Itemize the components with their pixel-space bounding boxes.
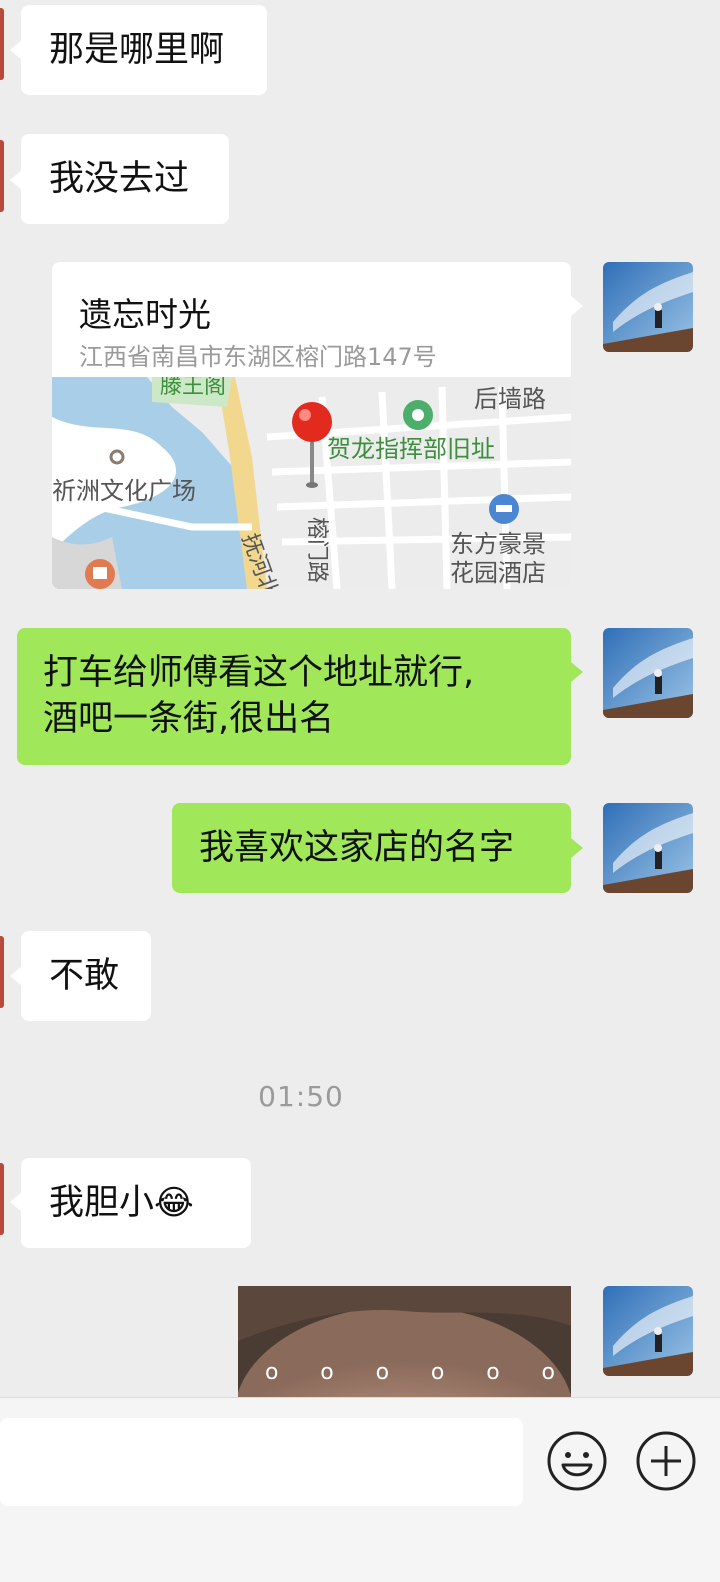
message-bubble-outgoing[interactable]: 打车给师傅看这个地址就行, 酒吧一条街,很出名 bbox=[17, 628, 571, 765]
dot: o bbox=[486, 1360, 500, 1385]
message-bubble-incoming[interactable]: 我胆小😂 bbox=[21, 1158, 251, 1248]
location-name: 遗忘时光 bbox=[79, 295, 211, 334]
map-label-top: 滕王阁 bbox=[160, 377, 226, 398]
bubble-tail bbox=[571, 838, 583, 858]
chat-timestamp: 01:50 bbox=[258, 1080, 344, 1113]
image-message[interactable]: o o o o o o bbox=[238, 1286, 571, 1397]
map-label-hotel-2: 花园酒店 bbox=[450, 560, 546, 587]
message-bubble-outgoing[interactable]: 我喜欢这家店的名字 bbox=[172, 803, 571, 893]
map-label-hotel-1: 东方豪景 bbox=[450, 531, 546, 558]
my-avatar[interactable] bbox=[603, 803, 693, 893]
my-avatar[interactable] bbox=[603, 262, 693, 352]
message-text: 我没去过 bbox=[49, 159, 190, 199]
location-address: 江西省南昌市东湖区榕门路147号 bbox=[79, 343, 437, 371]
bubble-tail bbox=[571, 296, 583, 316]
contact-avatar[interactable] bbox=[0, 1163, 4, 1235]
map-label-poi: 贺龙指挥部旧址 bbox=[327, 436, 495, 463]
contact-avatar[interactable] bbox=[0, 140, 4, 212]
plus-circle-icon[interactable] bbox=[635, 1430, 697, 1492]
message-text-line-2: 酒吧一条街,很出名 bbox=[43, 699, 335, 739]
message-text: 我胆小 bbox=[49, 1183, 155, 1223]
message-text-line-1: 打车给师傅看这个地址就行, bbox=[43, 653, 475, 693]
dot: o bbox=[430, 1360, 445, 1385]
laughing-emoji-icon: 😂 bbox=[154, 1183, 194, 1223]
my-avatar[interactable] bbox=[603, 1286, 693, 1376]
map-label-street: 榕门路 bbox=[305, 517, 330, 583]
image-dots: o o o o o o bbox=[265, 1362, 555, 1384]
dot: o bbox=[320, 1360, 334, 1385]
location-card[interactable]: 遗忘时光 江西省南昌市东湖区榕门路147号 滕王阁 后墙路 贺龙指挥部旧址 祈洲… bbox=[52, 262, 571, 589]
message-bubble-incoming[interactable]: 我没去过 bbox=[21, 134, 229, 224]
input-bar bbox=[0, 1397, 720, 1582]
message-bubble-incoming[interactable]: 不敢 bbox=[21, 931, 151, 1021]
message-text: 我喜欢这家店的名字 bbox=[199, 828, 515, 868]
smiley-icon[interactable] bbox=[546, 1430, 608, 1492]
message-input[interactable] bbox=[0, 1418, 523, 1506]
message-bubble-incoming[interactable]: 那是哪里啊 bbox=[21, 5, 267, 95]
map-label-road: 后墙路 bbox=[474, 386, 546, 413]
message-text: 那是哪里啊 bbox=[49, 30, 225, 70]
dot: o bbox=[541, 1360, 555, 1385]
my-avatar[interactable] bbox=[603, 628, 693, 718]
contact-avatar[interactable] bbox=[0, 8, 4, 80]
dot: o bbox=[265, 1360, 279, 1385]
location-map[interactable]: 滕王阁 后墙路 贺龙指挥部旧址 祈洲文化广场 抚河北 榕门路 东方豪景 花园酒店 bbox=[52, 377, 571, 589]
bubble-tail bbox=[571, 662, 583, 682]
message-text: 不敢 bbox=[49, 956, 120, 996]
contact-avatar[interactable] bbox=[0, 936, 4, 1008]
dot: o bbox=[375, 1360, 390, 1385]
map-label-square: 祈洲文化广场 bbox=[52, 478, 196, 505]
